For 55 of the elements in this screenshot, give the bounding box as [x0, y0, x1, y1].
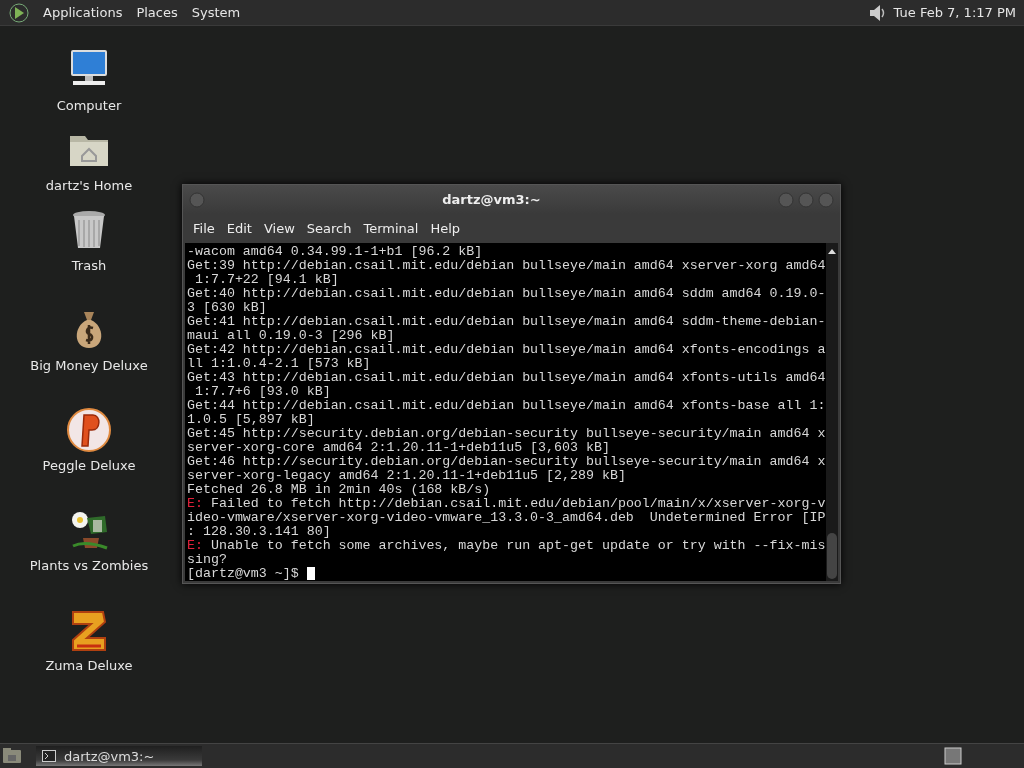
- output-line: maui all 0.19.0-3 [296 kB]: [187, 329, 395, 343]
- output-line: 1:7.7+22 [94.1 kB]: [193, 273, 339, 287]
- scroll-up-arrow-icon[interactable]: [827, 247, 837, 255]
- panel-menu[interactable]: Places: [135, 5, 179, 20]
- output-line: Get:44 http://debian.csail.mit.edu/debian bullseye/main amd64 xfonts-base all 1:: [187, 399, 826, 413]
- icon-label[interactable]: Zuma Deluxe: [45, 658, 133, 673]
- output-line: -wacom amd64 0.34.99.1-1+b1 [96.2 kB]: [187, 245, 483, 259]
- output-line: 1.0.5 [5,897 kB]: [187, 413, 315, 427]
- output-line: Get:46 http://security.debian.org/debian-security bullseye-security/main amd64 x: [187, 455, 826, 469]
- output-line: 3 [630 kB]: [187, 301, 267, 315]
- terminal-output[interactable]: [185, 243, 826, 581]
- shell-prompt: [dartz@vm3 ~]$: [187, 567, 300, 581]
- output-line: ll 1:1.0.4-2.1 [573 kB]: [187, 357, 371, 371]
- icon-label[interactable]: Trash: [71, 258, 107, 273]
- scrollbar[interactable]: [826, 243, 838, 581]
- output-line: Get:45 http://security.debian.org/debian-security bullseye-security/main amd64 x: [187, 427, 826, 441]
- window-title: dartz@vm3:~: [441, 192, 542, 207]
- panel-menu[interactable]: System: [190, 5, 242, 20]
- output-line: Get:40 http://debian.csail.mit.edu/debian bullseye/main amd64 sddm amd64 0.19.0-: [187, 287, 826, 301]
- output-line: server-xorg-core amd64 2:1.20.11-1+deb11u5 [3,603 kB]: [187, 441, 610, 455]
- menu-item[interactable]: Edit: [220, 217, 258, 240]
- output-line: Get:41 http://debian.csail.mit.edu/debian bullseye/main amd64 sddm-theme-debian-: [187, 315, 826, 329]
- text-cursor: [306, 567, 315, 580]
- panel-menu[interactable]: Applications: [42, 5, 124, 20]
- taskbar-button[interactable]: dartz@vm3:~: [36, 746, 202, 766]
- icon-label[interactable]: Peggle Deluxe: [42, 458, 136, 473]
- workspace-switcher-icon[interactable]: [944, 747, 962, 765]
- icon-label[interactable]: Plants vs Zombies: [29, 558, 149, 573]
- output-line: Unable to fetch some archives, maybe run apt-get update or try with --fix-mis: [209, 539, 826, 553]
- output-line: Fetched 26.8 MB in 2min 40s (168 kB/s): [187, 483, 491, 497]
- menu-item[interactable]: Terminal: [357, 217, 425, 240]
- terminal-icon: [42, 750, 56, 762]
- output-line: : 128.30.3.141 80]: [187, 525, 331, 539]
- output-line: sing?: [187, 553, 227, 567]
- output-line: Get:43 http://debian.csail.mit.edu/debian bullseye/main amd64 xfonts-utils amd64: [187, 371, 826, 385]
- clock[interactable]: Tue Feb 7, 1:17 PM: [893, 5, 1016, 20]
- play-icon[interactable]: [8, 1, 30, 24]
- scrollbar-thumb[interactable]: [827, 533, 837, 579]
- output-line: Get:42 http://debian.csail.mit.edu/debian bullseye/main amd64 xfonts-encodings a: [187, 343, 826, 357]
- peg-ball-icon[interactable]: [65, 406, 113, 454]
- icon-label[interactable]: Computer: [56, 98, 122, 113]
- output-line: Failed to fetch http://debian.csail.mit.edu/debian/pool/main/x/xserver-xorg-v: [209, 497, 826, 511]
- output-line: server-xorg-legacy amd64 2:1.20.11-1+deb11u5 [2,289 kB]: [187, 469, 626, 483]
- icon-label[interactable]: dartz's Home: [45, 178, 133, 193]
- show-desktop-icon[interactable]: [2, 747, 22, 765]
- output-line: Get:39 http://debian.csail.mit.edu/debian bullseye/main amd64 xserver-xorg amd64: [187, 259, 826, 273]
- menu-item[interactable]: Help: [424, 217, 467, 240]
- output-line: ideo-vmware/xserver-xorg-video-vmware_13.3.0-3_amd64.deb Undetermined Error [IP: [187, 511, 826, 525]
- menu-item[interactable]: View: [257, 217, 301, 240]
- output-line: 1:7.7+6 [93.0 kB]: [193, 385, 331, 399]
- menu-item[interactable]: Search: [300, 217, 358, 240]
- menu-item[interactable]: File: [187, 217, 221, 240]
- icon-label[interactable]: Big Money Deluxe: [30, 358, 148, 373]
- error-prefix: E:: [187, 497, 203, 511]
- error-prefix: E:: [187, 539, 203, 553]
